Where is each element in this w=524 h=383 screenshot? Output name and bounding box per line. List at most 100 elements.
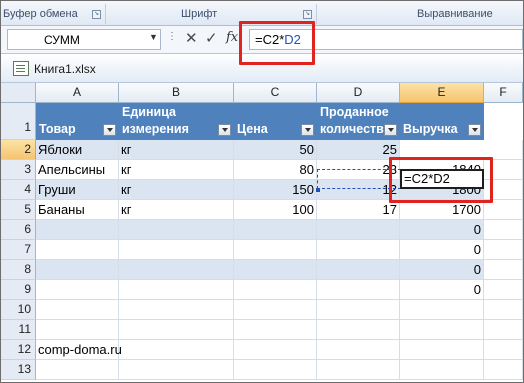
ribbon-group-alignment[interactable]: Выравнивание [417, 8, 493, 20]
cell-c4[interactable]: 150 [234, 180, 317, 200]
cell-e9[interactable]: 0 [400, 280, 484, 300]
cell-d7[interactable] [317, 240, 400, 260]
cell-b6[interactable] [119, 220, 234, 240]
cell-d5[interactable]: 17 [317, 200, 400, 220]
cell-e12[interactable] [400, 340, 484, 360]
filter-dropdown-icon[interactable] [218, 124, 231, 136]
cell-e5[interactable]: 1700 [400, 200, 484, 220]
row-header-3[interactable]: 3 [1, 160, 36, 180]
cell-c7[interactable] [234, 240, 317, 260]
cell-a11[interactable] [36, 320, 119, 340]
ribbon-group-font[interactable]: Шрифт [181, 8, 217, 20]
cell-e10[interactable] [400, 300, 484, 320]
table-header-a[interactable]: Товар [36, 103, 119, 140]
cell-e11[interactable] [400, 320, 484, 340]
cell-a4[interactable]: Груши [36, 180, 119, 200]
cell-a13[interactable] [36, 360, 119, 380]
row-header-12[interactable]: 12 [1, 340, 36, 360]
cell-d10[interactable] [317, 300, 400, 320]
cell-c10[interactable] [234, 300, 317, 320]
chevron-down-icon[interactable]: ▼ [149, 32, 158, 42]
cell-a10[interactable] [36, 300, 119, 320]
cell-c6[interactable] [234, 220, 317, 240]
ribbon-group-clipboard[interactable]: Буфер обмена [3, 8, 78, 20]
spreadsheet-grid[interactable]: A B C D E F 1 2 3 4 5 6 7 8 9 10 11 12 13 Товар Единица измер… [1, 83, 523, 382]
cancel-icon[interactable]: ✕ [185, 29, 198, 47]
cell-f5[interactable] [484, 200, 523, 220]
cell-d8[interactable] [317, 260, 400, 280]
cell-c8[interactable] [234, 260, 317, 280]
name-box[interactable]: СУММ ▼ [7, 29, 161, 50]
select-all-corner[interactable] [1, 83, 36, 103]
cell-f8[interactable] [484, 260, 523, 280]
row-header-6[interactable]: 6 [1, 220, 36, 240]
column-header-d[interactable]: D [317, 83, 400, 103]
cell-c13[interactable] [234, 360, 317, 380]
cell-c11[interactable] [234, 320, 317, 340]
table-header-e[interactable]: Выручка [400, 103, 484, 140]
cell-d9[interactable] [317, 280, 400, 300]
cell-a7[interactable] [36, 240, 119, 260]
cell-e13[interactable] [400, 360, 484, 380]
cell-a9[interactable] [36, 280, 119, 300]
footer-site-text[interactable]: comp-doma.ru [36, 340, 122, 360]
font-launcher-icon[interactable]: ↘ [303, 10, 312, 19]
cell-b7[interactable] [119, 240, 234, 260]
filter-dropdown-icon[interactable] [103, 124, 116, 136]
filter-dropdown-icon[interactable] [384, 124, 397, 136]
cell-f9[interactable] [484, 280, 523, 300]
cell-b2[interactable]: кг [119, 140, 234, 160]
cell-d2[interactable]: 25 [317, 140, 400, 160]
row-header-8[interactable]: 8 [1, 260, 36, 280]
cell-c5[interactable]: 100 [234, 200, 317, 220]
cell-f11[interactable] [484, 320, 523, 340]
cell-b12[interactable] [119, 340, 234, 360]
table-header-d[interactable]: Проданное количество [317, 103, 400, 140]
cell-c12[interactable] [234, 340, 317, 360]
cell-b13[interactable] [119, 360, 234, 380]
row-header-10[interactable]: 10 [1, 300, 36, 320]
cell-d13[interactable] [317, 360, 400, 380]
cell-b3[interactable]: кг [119, 160, 234, 180]
resize-grip-icon[interactable]: ⋮ [167, 31, 177, 42]
row-header-7[interactable]: 7 [1, 240, 36, 260]
cell-e7[interactable]: 0 [400, 240, 484, 260]
table-header-c[interactable]: Цена [234, 103, 317, 140]
cell-f7[interactable] [484, 240, 523, 260]
row-header-13[interactable]: 13 [1, 360, 36, 380]
column-header-e[interactable]: E [400, 83, 484, 103]
cell-b4[interactable]: кг [119, 180, 234, 200]
cell-f6[interactable] [484, 220, 523, 240]
enter-check-icon[interactable]: ✓ [205, 29, 218, 47]
cell-f10[interactable] [484, 300, 523, 320]
row-header-11[interactable]: 11 [1, 320, 36, 340]
cell-d12[interactable] [317, 340, 400, 360]
cell-c2[interactable]: 50 [234, 140, 317, 160]
row-header-5[interactable]: 5 [1, 200, 36, 220]
column-header-c[interactable]: C [234, 83, 317, 103]
cell-b9[interactable] [119, 280, 234, 300]
cell-f13[interactable] [484, 360, 523, 380]
cell-c3[interactable]: 80 [234, 160, 317, 180]
insert-function-icon[interactable]: fx [226, 30, 238, 45]
cell-e8[interactable]: 0 [400, 260, 484, 280]
cell-b10[interactable] [119, 300, 234, 320]
column-header-f[interactable]: F [484, 83, 523, 103]
row-header-4[interactable]: 4 [1, 180, 36, 200]
cell-a5[interactable]: Бананы [36, 200, 119, 220]
filter-dropdown-icon[interactable] [301, 124, 314, 136]
cell-e6[interactable]: 0 [400, 220, 484, 240]
cell-a2[interactable]: Яблоки [36, 140, 119, 160]
cell-b5[interactable]: кг [119, 200, 234, 220]
column-header-a[interactable]: A [36, 83, 119, 103]
row-header-1[interactable]: 1 [1, 103, 36, 140]
cell-b8[interactable] [119, 260, 234, 280]
row-header-9[interactable]: 9 [1, 280, 36, 300]
cell-b11[interactable] [119, 320, 234, 340]
filter-dropdown-icon[interactable] [468, 124, 481, 136]
row-header-2[interactable]: 2 [1, 140, 36, 160]
cell-a6[interactable] [36, 220, 119, 240]
cell-d11[interactable] [317, 320, 400, 340]
cell-d6[interactable] [317, 220, 400, 240]
cell-a3[interactable]: Апельсины [36, 160, 119, 180]
